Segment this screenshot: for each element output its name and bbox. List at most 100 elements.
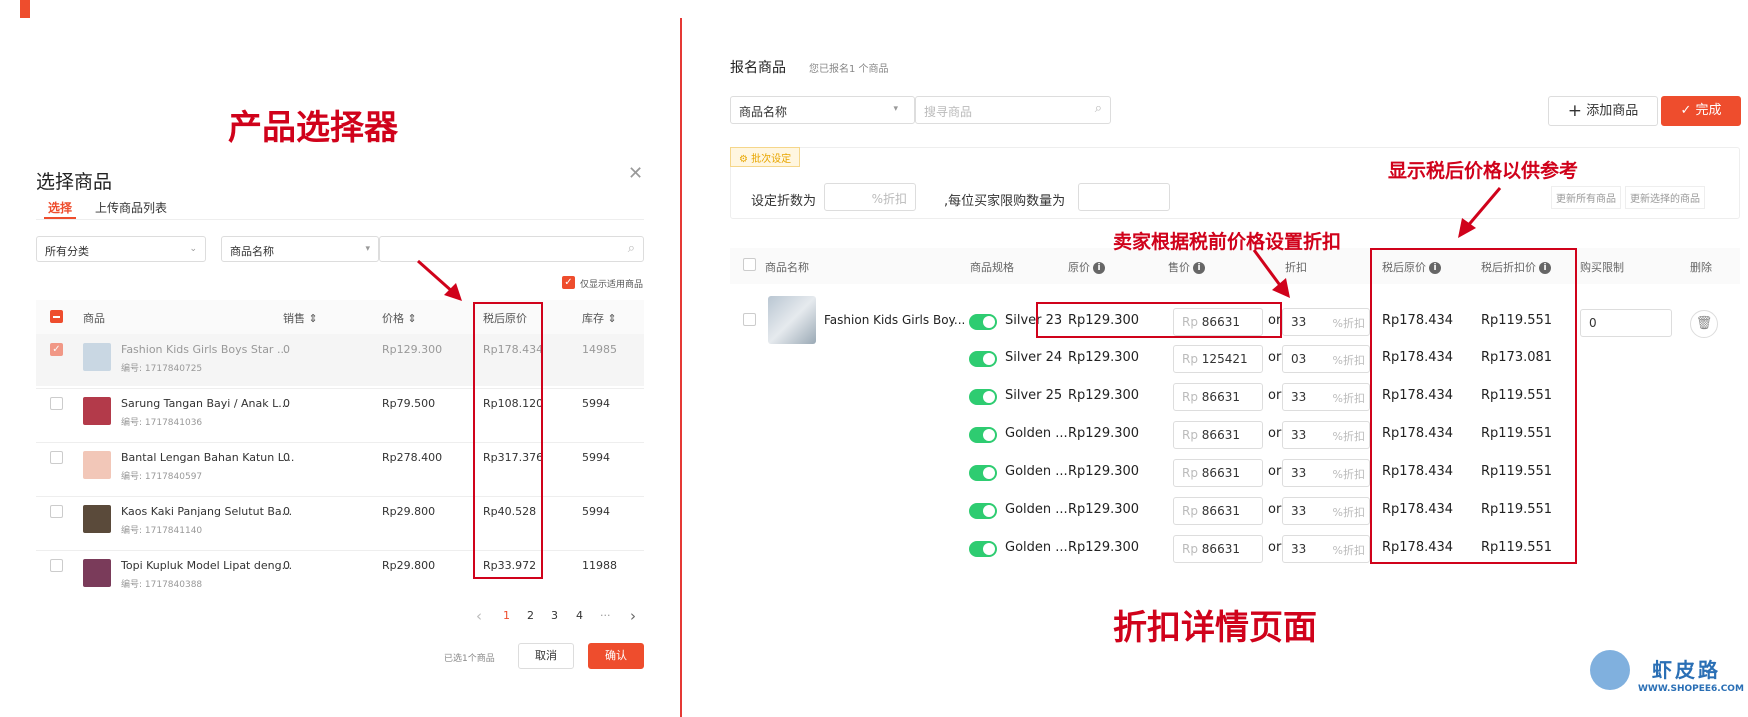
sale-price-input[interactable]: Rp 86631	[1173, 421, 1263, 449]
confirm-button[interactable]: 确认	[588, 643, 644, 669]
sale-price-input[interactable]: Rp 86631	[1173, 535, 1263, 563]
row-checkbox[interactable]	[50, 451, 63, 464]
price-value: Rp29.800	[382, 559, 436, 572]
price-value: Rp79.500	[382, 397, 436, 410]
category-select-value: 所有分类	[45, 245, 89, 258]
search-type-select[interactable]: 商品名称 ▾	[221, 236, 379, 262]
update-selected-button[interactable]: 更新选择的商品	[1625, 186, 1705, 209]
plus-icon: +	[1567, 101, 1583, 121]
tab-upload-list[interactable]: 上传商品列表	[95, 199, 167, 216]
or-label: or	[1268, 350, 1282, 365]
after-tax-highlight-box	[1370, 248, 1577, 564]
discount-input[interactable]: 33 %折扣	[1282, 383, 1370, 411]
search-placeholder: 搜寻商品	[924, 105, 973, 119]
product-thumbnail	[83, 451, 111, 479]
sale-price-value: 86631	[1201, 428, 1240, 442]
discount-input[interactable]: 33 %折扣	[1282, 308, 1370, 336]
variant-toggle[interactable]	[969, 427, 997, 443]
trash-icon[interactable]: 🗑	[1690, 310, 1718, 338]
seller-discount-note: 卖家根据税前价格设置折扣	[1113, 231, 1342, 253]
table-row[interactable]: Topi Kupluk Model Lipat deng... 编号: 1717…	[0, 550, 680, 590]
variant-toggle[interactable]	[969, 314, 997, 330]
col-sales[interactable]: 销售 ⇕	[283, 310, 318, 326]
discount-value: 33	[1291, 466, 1307, 480]
category-select[interactable]: 所有分类 ⌄	[36, 236, 206, 262]
add-product-button[interactable]: + 添加商品	[1548, 96, 1658, 126]
select-all-checkbox[interactable]	[743, 258, 756, 271]
discount-input[interactable]: 33 %折扣	[1282, 497, 1370, 525]
tab-select[interactable]: 选择	[48, 199, 72, 216]
variant-toggle[interactable]	[969, 465, 997, 481]
purchase-limit-input[interactable]: 0	[1580, 309, 1672, 337]
shrimp-logo-icon	[1590, 650, 1630, 690]
cancel-button[interactable]: 取消	[518, 643, 574, 669]
product-name: Fashion Kids Girls Boys Star ...	[121, 343, 288, 356]
discount-input[interactable]: 33 %折扣	[1282, 535, 1370, 563]
sale-price-input[interactable]: Rp 125421	[1173, 345, 1263, 373]
variant-toggle[interactable]	[969, 389, 997, 405]
col-sale-price: 售价 i	[1168, 259, 1205, 275]
close-icon[interactable]: ✕	[628, 163, 643, 184]
gear-icon: ⚙	[739, 154, 748, 165]
search-icon: ⌕	[1094, 101, 1102, 116]
pagination-prev-icon[interactable]: ‹	[476, 607, 482, 625]
row-checkbox[interactable]	[50, 559, 63, 572]
variant-orig-price: Rp129.300	[1068, 426, 1140, 441]
or-label: or	[1268, 388, 1282, 403]
batch-setting-tag: ⚙ 批次设定	[730, 147, 801, 167]
row-checkbox[interactable]	[50, 397, 63, 410]
table-row[interactable]: Bantal Lengan Bahan Katun L... 编号: 17178…	[0, 442, 680, 496]
pagination-page-4[interactable]: 4	[576, 609, 583, 622]
product-thumbnail	[83, 505, 111, 533]
update-all-button[interactable]: 更新所有商品	[1551, 186, 1621, 209]
discount-value: 33	[1291, 315, 1307, 329]
product-name: Bantal Lengan Bahan Katun L...	[121, 451, 295, 464]
variant-orig-price: Rp129.300	[1068, 502, 1140, 517]
variant-toggle[interactable]	[969, 541, 997, 557]
sale-price-input[interactable]: Rp 86631	[1173, 383, 1263, 411]
batch-discount-input[interactable]: %折扣	[824, 183, 916, 211]
batch-limit-input[interactable]	[1078, 183, 1170, 211]
variant-toggle[interactable]	[969, 503, 997, 519]
discount-input[interactable]: 03 %折扣	[1282, 345, 1370, 373]
pagination-page-1[interactable]: 1	[503, 609, 510, 622]
sale-price-input[interactable]: Rp 86631	[1173, 459, 1263, 487]
row-checkbox[interactable]: ✓	[50, 343, 63, 356]
row-checkbox[interactable]	[50, 505, 63, 518]
tax-price-note: 显示税后价格以供参考	[1388, 160, 1579, 182]
variant-orig-price: Rp129.300	[1068, 388, 1140, 403]
discount-value: 33	[1291, 390, 1307, 404]
product-search-field[interactable]: 搜寻商品 ⌕	[915, 96, 1111, 124]
pagination-ellipsis[interactable]: ···	[600, 609, 611, 622]
discount-input[interactable]: 33 %折扣	[1282, 421, 1370, 449]
done-button[interactable]: ✓ 完成	[1661, 96, 1741, 126]
variant-spec: Golden ...	[1005, 464, 1068, 479]
caret-down-icon: ▾	[893, 104, 898, 114]
table-row[interactable]: ✓ Fashion Kids Girls Boys Star ... 编号: 1…	[0, 334, 680, 388]
sale-price-value: 86631	[1201, 466, 1240, 480]
col-stock[interactable]: 库存 ⇕	[582, 310, 617, 326]
col-price[interactable]: 价格 ⇕	[382, 310, 417, 326]
select-all-checkbox[interactable]	[50, 310, 63, 323]
sales-value: 0	[283, 451, 290, 464]
sale-price-input[interactable]: Rp 86631	[1173, 497, 1263, 525]
stock-value: 14985	[582, 343, 617, 356]
currency-prefix: Rp	[1182, 542, 1198, 556]
info-icon: i	[1093, 262, 1105, 274]
done-label: 完成	[1695, 103, 1722, 118]
only-applicable-checkbox[interactable]: ✓	[562, 276, 575, 289]
price-value: Rp29.800	[382, 505, 436, 518]
table-row[interactable]: Sarung Tangan Bayi / Anak L... 编号: 17178…	[0, 388, 680, 442]
table-row[interactable]: Kaos Kaki Panjang Selutut Ba... 编号: 1717…	[0, 496, 680, 550]
currency-prefix: Rp	[1182, 352, 1198, 366]
variant-orig-price: Rp129.300	[1068, 540, 1140, 555]
pagination-page-2[interactable]: 2	[527, 609, 534, 622]
col-limit: 购买限制	[1580, 261, 1624, 274]
search-field-select[interactable]: 商品名称 ▾	[730, 96, 915, 124]
pagination-page-3[interactable]: 3	[551, 609, 558, 622]
variant-spec: Golden ...	[1005, 540, 1068, 555]
discount-input[interactable]: 33 %折扣	[1282, 459, 1370, 487]
pagination-next-icon[interactable]: ›	[630, 607, 636, 625]
variant-toggle[interactable]	[969, 351, 997, 367]
currency-prefix: Rp	[1182, 428, 1198, 442]
